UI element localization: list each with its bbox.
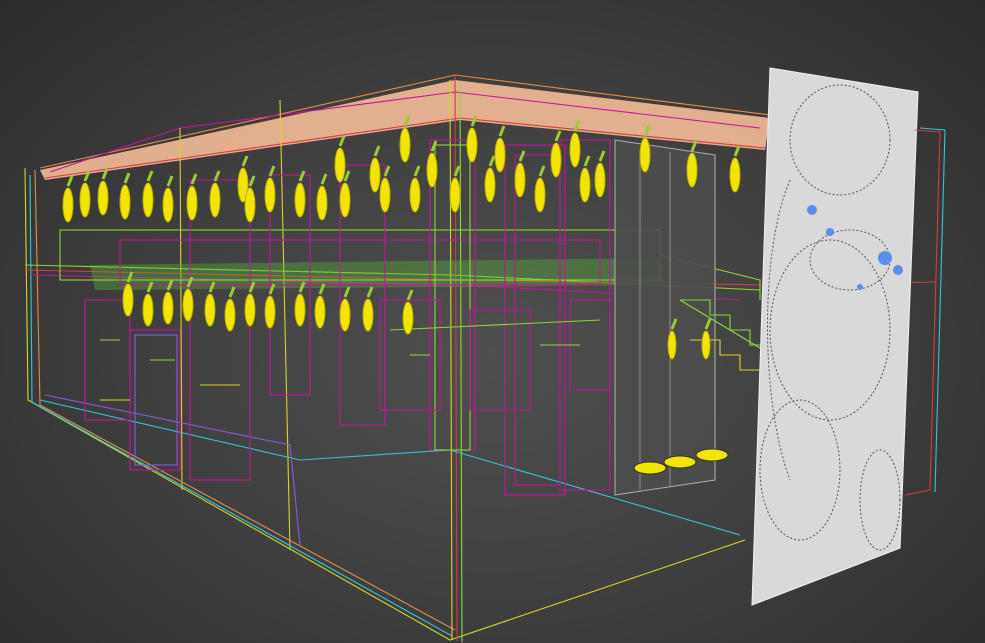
pendant-light — [466, 127, 478, 163]
pendant-light — [314, 295, 326, 329]
pendant-light — [362, 298, 374, 332]
pendant-light — [379, 177, 391, 213]
pendant-light — [569, 132, 581, 168]
pendant-light — [339, 182, 351, 218]
pendant-light — [399, 127, 411, 163]
pendant-light — [484, 167, 496, 203]
pendant-light — [550, 142, 562, 178]
pendant-light — [449, 177, 461, 213]
3d-viewport[interactable] — [0, 0, 985, 643]
pendant-light — [119, 184, 131, 220]
pendant-light — [534, 177, 546, 213]
pendant-light — [186, 185, 198, 221]
decorative-wall-panel — [751, 67, 946, 606]
pendant-light — [294, 293, 306, 327]
pendant-light — [701, 330, 711, 360]
pendant-light — [162, 291, 174, 325]
pendant-light — [426, 152, 438, 188]
pendant-light — [182, 288, 194, 322]
pendant-light — [667, 330, 677, 360]
pendant-light — [244, 187, 256, 223]
pendant-light — [142, 293, 154, 327]
pendant-light — [514, 162, 526, 198]
pendant-light — [122, 283, 134, 317]
pendant-light — [244, 293, 256, 327]
pendant-light — [316, 185, 328, 221]
pendant-light — [204, 293, 216, 327]
pendant-light — [79, 182, 91, 218]
pendant-light — [142, 182, 154, 218]
pendant-light — [294, 182, 306, 218]
pendant-light — [402, 301, 414, 335]
pendant-light — [224, 298, 236, 332]
pendant-light — [729, 157, 741, 193]
pendant-light — [162, 187, 174, 223]
pendant-light — [594, 162, 606, 198]
pendant-light — [579, 167, 591, 203]
pendant-light — [409, 177, 421, 213]
pendant-light — [97, 180, 109, 216]
pendant-light — [62, 187, 74, 223]
pendant-light — [339, 298, 351, 332]
wireframe-scene — [24, 67, 946, 643]
pendant-light — [494, 137, 506, 173]
pendant-light — [334, 147, 346, 183]
pendant-light — [369, 157, 381, 193]
pendant-light — [639, 137, 651, 173]
pendant-light — [264, 177, 276, 213]
pendant-light — [209, 182, 221, 218]
back-wall-panel — [614, 139, 716, 496]
pendant-light — [686, 152, 698, 188]
pendant-light — [264, 295, 276, 329]
